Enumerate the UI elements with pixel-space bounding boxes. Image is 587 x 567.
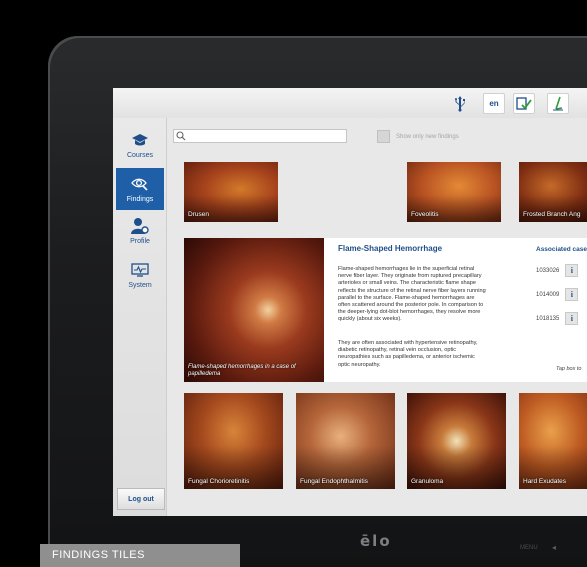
tap-hint: Tap box to xyxy=(556,366,582,372)
finding-tile[interactable]: Fungal Endophthalmitis xyxy=(296,393,395,489)
case-row: 1033026 i xyxy=(536,264,579,277)
info-icon[interactable]: i xyxy=(565,264,579,277)
finding-title: Flame-Shaped Hemorrhage xyxy=(338,244,443,253)
sidebar-item-label: Profile xyxy=(130,238,150,245)
finding-tile[interactable]: Granuloma xyxy=(407,393,506,489)
sidebar-item-profile[interactable]: Profile xyxy=(116,210,164,252)
search-input[interactable] xyxy=(173,129,347,143)
tile-label: Granuloma xyxy=(411,478,444,485)
finding-tile[interactable]: Fungal Chorioretinitis xyxy=(184,393,283,489)
tile-label: Foveolitis xyxy=(411,211,439,218)
image-caption: Flame-shaped hemorrhages in a case of pa… xyxy=(188,364,296,377)
finding-description: Flame-shaped hemorrhages lie in the supe… xyxy=(338,266,486,323)
sidebar-item-findings[interactable]: Findings xyxy=(116,168,164,210)
document-check-icon[interactable] xyxy=(513,93,535,114)
tile-image xyxy=(296,393,395,489)
tile-label: Hard Exudates xyxy=(523,478,566,485)
signature-icon[interactable] xyxy=(547,93,569,114)
tile-label: Frosted Branch Ang xyxy=(523,211,581,218)
tile-label: Drusen xyxy=(188,211,209,218)
new-findings-checkbox[interactable] xyxy=(377,130,390,143)
finding-tile[interactable]: Drusen xyxy=(184,162,278,222)
sidebar-item-courses[interactable]: Courses xyxy=(116,124,164,166)
monitor-button-icon: ◂ xyxy=(552,543,557,552)
logout-button[interactable]: Log out xyxy=(117,488,165,510)
sidebar: Courses Findings Profile System Log out xyxy=(113,118,167,516)
caption-band: FINDINGS TILES xyxy=(40,544,240,567)
sidebar-item-system[interactable]: System xyxy=(116,254,164,296)
monitor-pulse-icon xyxy=(130,261,150,279)
info-icon[interactable]: i xyxy=(565,288,579,301)
finding-detail-panel: Flame-shaped hemorrhages in a case of pa… xyxy=(184,238,587,382)
tile-label: Fungal Endophthalmitis xyxy=(300,478,368,485)
tile-image xyxy=(407,393,506,489)
finding-detail-image: Flame-shaped hemorrhages in a case of pa… xyxy=(184,238,324,382)
top-toolbar: en xyxy=(113,88,587,118)
finding-associations: They are often associated with hypertens… xyxy=(338,340,478,368)
case-id: 1033026 xyxy=(536,267,560,274)
language-button[interactable]: en xyxy=(483,93,505,114)
sidebar-item-label: System xyxy=(128,282,152,289)
tile-image xyxy=(519,393,587,489)
finding-tile[interactable]: Foveolitis xyxy=(407,162,501,222)
new-findings-label: Show only new findings xyxy=(396,134,459,140)
finding-tile[interactable]: Hard Exudates xyxy=(519,393,587,489)
tile-label: Fungal Chorioretinitis xyxy=(188,478,250,485)
associated-cases-heading: Associated case xyxy=(536,246,587,253)
monitor-menu-text: MENU xyxy=(520,545,538,551)
search-icon xyxy=(176,131,186,141)
case-row: 1018135 i xyxy=(536,312,579,325)
case-row: 1014009 i xyxy=(536,288,579,301)
sidebar-item-label: Findings xyxy=(126,196,154,203)
usb-icon[interactable] xyxy=(449,93,471,114)
monitor-brand-logo: ēlo xyxy=(360,532,392,550)
info-icon[interactable]: i xyxy=(565,312,579,325)
graduation-cap-icon xyxy=(130,131,150,149)
finding-tile[interactable]: Frosted Branch Ang xyxy=(519,162,587,222)
app-screen: en Courses Findings Profile System Log o… xyxy=(113,88,587,516)
sidebar-item-label: Courses xyxy=(126,152,154,159)
user-gear-icon xyxy=(130,217,150,235)
case-id: 1014009 xyxy=(536,291,560,298)
eye-search-icon xyxy=(130,175,150,193)
case-id: 1018135 xyxy=(536,315,560,322)
tile-image xyxy=(184,393,283,489)
